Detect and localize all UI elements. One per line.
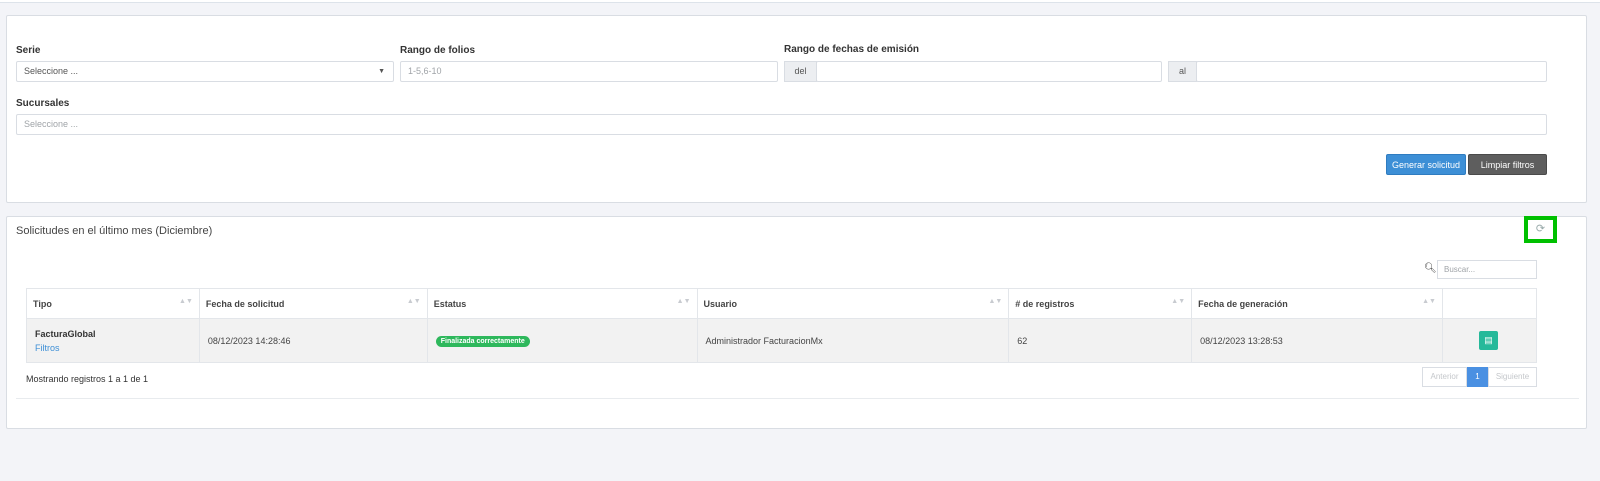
column-header-fecha-solicitud[interactable]: Fecha de solicitud ▲▼ [198,288,428,319]
del-addon: del [784,61,817,82]
sucursales-select[interactable]: Seleccione ... [16,114,1547,135]
search-input[interactable]: Buscar... [1437,260,1537,279]
sucursales-label: Sucursales [16,98,70,109]
status-badge: Finalizada correctamente [435,335,530,347]
serie-value: Seleccione ... [24,66,79,76]
cell-actions: ▤ [1441,318,1538,363]
sort-icon: ▲▼ [676,298,691,305]
tipo-value: FacturaGlobal [35,328,96,339]
column-header-usuario[interactable]: Usuario ▲▼ [696,288,1010,319]
search-icon: 🔍︎ [1424,263,1437,274]
table-info: Mostrando registros 1 a 1 de 1 [26,374,149,384]
column-header-estatus[interactable]: Estatus ▲▼ [426,288,698,319]
caret-down-icon: ▼ [378,68,385,75]
panel-divider [16,398,1579,399]
cell-estatus: Finalizada correctamente [426,318,698,363]
top-bar [0,0,1600,3]
folios-label: Rango de folios [400,45,475,56]
requests-table: Tipo ▲▼ Fecha de solicitud ▲▼ Estatus ▲▼ Us… [26,288,1538,363]
limpiar-filtros-button[interactable]: Limpiar filtros [1468,154,1547,175]
cell-fecha-generacion: 08/12/2023 13:28:53 [1191,318,1443,363]
cell-tipo: FacturaGlobal Filtros [26,318,200,363]
cell-fecha-solicitud: 08/12/2023 14:28:46 [198,318,428,363]
cell-registros: 62 [1008,318,1193,363]
pager-prev-button[interactable]: Anterior [1422,367,1467,387]
sort-icon: ▲▼ [988,298,1003,305]
cell-usuario: Administrador FacturacionMx [696,318,1010,363]
column-header-registros[interactable]: # de registros ▲▼ [1008,288,1193,319]
fecha-al-input[interactable] [1196,61,1547,82]
requests-panel: Solicitudes en el último mes (Diciembre)… [6,216,1587,429]
table-row: FacturaGlobal Filtros 08/12/2023 14:28:4… [26,318,1538,363]
serie-label: Serie [16,45,41,56]
sort-icon: ▲▼ [179,298,193,305]
filters-panel: Serie Seleccione ... ▼ Rango de folios 1… [6,15,1587,203]
filtros-link[interactable]: Filtros [35,343,199,353]
column-header-actions [1441,288,1538,319]
fecha-del-input[interactable] [816,61,1162,82]
al-addon: al [1168,61,1197,82]
pagination: Anterior 1 Siguiente [1422,367,1537,387]
sort-icon: ▲▼ [406,298,421,305]
refresh-icon: ⟳ [1535,223,1546,235]
panel-title: Solicitudes en el último mes (Diciembre) [16,225,213,237]
refresh-button[interactable]: ⟳ [1524,216,1557,243]
sucursales-placeholder: Seleccione ... [24,119,79,129]
sort-icon: ▲▼ [1422,298,1436,305]
generar-solicitud-button[interactable]: Generar solicitud [1386,154,1466,175]
pager-page-1[interactable]: 1 [1467,367,1488,387]
folios-placeholder: 1-5,6-10 [408,66,442,76]
column-header-fecha-generacion[interactable]: Fecha de generación ▲▼ [1191,288,1443,319]
pager-next-button[interactable]: Siguiente [1488,367,1537,387]
serie-select[interactable]: Seleccione ... ▼ [16,61,394,82]
sort-icon: ▲▼ [1171,298,1186,305]
table-header-row: Tipo ▲▼ Fecha de solicitud ▲▼ Estatus ▲▼ Us… [26,288,1538,319]
fechas-label: Rango de fechas de emisión [784,44,920,55]
column-header-tipo[interactable]: Tipo ▲▼ [26,288,200,319]
folios-input[interactable]: 1-5,6-10 [400,61,778,82]
file-download-icon[interactable]: ▤ [1478,331,1498,350]
